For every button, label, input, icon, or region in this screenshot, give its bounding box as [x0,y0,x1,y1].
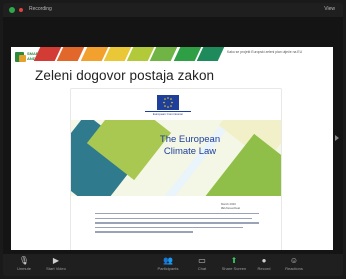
microphone-button[interactable]: 🎙 Unmute [9,256,39,271]
share-screen-icon: ⬆ [230,256,238,265]
shared-slide: SMART ANDWB Kako se projekt Europski zel… [11,47,333,250]
view-menu-button[interactable]: View [324,6,335,12]
record-icon: ● [261,256,267,265]
video-button[interactable]: ▶ Start Video [41,256,71,271]
toolbar-label: Reactions [285,266,303,271]
document-page: European Commission The European Climate… [71,89,281,250]
toolbar-label: Record [257,266,271,271]
video-icon: ▶ [52,256,60,265]
reactions-button[interactable]: ☺ Reactions [279,256,309,271]
cover-title: The European Climate Law [159,134,221,157]
slide-header: SMART ANDWB Kako se projekt Europski zel… [11,47,333,69]
meeting-window: Recording View SMART ANDWB Kako se proje… [3,3,343,276]
color-stripe [196,47,225,61]
document-cover: The European Climate Law [71,120,281,196]
document-text-lines [95,213,259,236]
microphone-icon: 🎙 [18,256,30,265]
chat-button[interactable]: ▭ Chat [187,256,217,271]
eu-commission-label: European Commission [145,111,191,119]
share-screen-button[interactable]: ⬆ Share Screen [219,256,249,271]
recording-dot-icon [19,8,23,12]
meeting-toolbar: 🎙 Unmute ▶ Start Video 👥 Participants ▭ Chat ⬆ Sh… [3,254,343,276]
color-stripes [33,47,225,61]
toolbar-label: Participants [157,266,179,271]
participants-button[interactable]: 👥 Participants [153,256,183,271]
eu-flag-icon [157,95,179,110]
reactions-icon: ☺ [289,256,299,265]
chevron-right-icon[interactable] [335,135,339,141]
toolbar-label: Share Screen [221,266,247,271]
toolbar-label: Chat [197,266,207,271]
participants-icon: 👥 [163,256,173,265]
recording-label: Recording [29,6,52,12]
window-topbar: Recording View [3,3,343,17]
slide-title: Zeleni dogovor postaja zakon [35,68,215,83]
document-date: March 2020 #EUGreenDeal [221,202,240,210]
security-icon[interactable] [9,7,15,13]
slide-top-note: Kako se projekt Europski zeleni plan utj… [227,50,303,54]
toolbar-label: Unmute [16,266,31,271]
record-button[interactable]: ● Record [249,256,279,271]
chat-icon: ▭ [198,256,206,265]
toolbar-label: Start Video [46,266,66,271]
